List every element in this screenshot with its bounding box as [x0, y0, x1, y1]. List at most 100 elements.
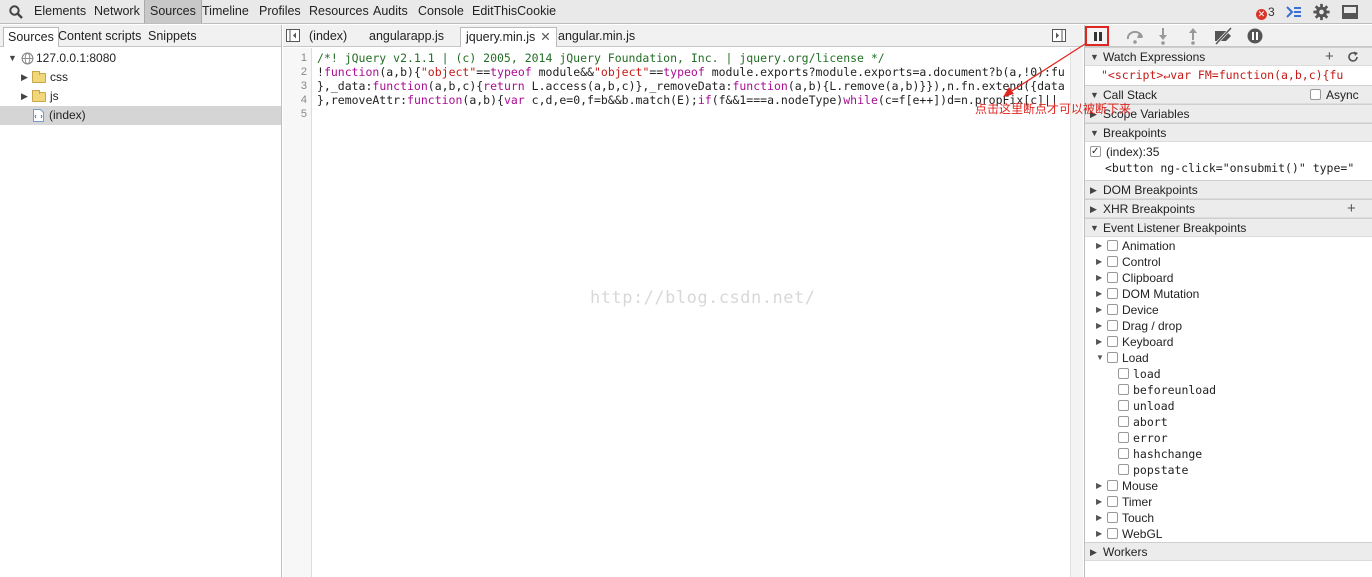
add-icon[interactable]: + — [1347, 200, 1356, 218]
dom-breakpoints-header[interactable]: ▶ DOM Breakpoints — [1085, 180, 1372, 199]
toggle-navigator-icon[interactable] — [286, 29, 300, 42]
event-item[interactable]: hashchange — [1085, 446, 1365, 462]
expand-triangle-icon[interactable]: ▶ — [1096, 270, 1102, 286]
expand-triangle-icon[interactable]: ▶ — [1096, 318, 1102, 334]
close-icon[interactable]: ✕ — [540, 30, 550, 44]
event-category-checkbox[interactable] — [1107, 304, 1118, 315]
expand-triangle-icon[interactable]: ▶ — [1096, 238, 1102, 254]
expand-triangle-icon[interactable]: ▶ — [21, 87, 28, 106]
refresh-icon[interactable] — [1347, 51, 1359, 63]
event-category-item[interactable]: ▶ Animation — [1085, 238, 1365, 254]
dock-icon[interactable] — [1341, 3, 1359, 21]
code-line[interactable]: /*! jQuery v2.1.1 | (c) 2005, 2014 jQuer… — [317, 51, 1069, 65]
event-item[interactable]: load — [1085, 366, 1365, 382]
event-category-item[interactable]: ▶ Drag / drop — [1085, 318, 1365, 334]
tree-item-file[interactable]: (index) — [0, 106, 281, 125]
editor-tab-jquery[interactable]: jquery.min.js ✕ — [460, 27, 557, 47]
event-listener-breakpoints-header[interactable]: ▼ Event Listener Breakpoints — [1085, 218, 1372, 237]
collapse-triangle-icon[interactable]: ▼ — [8, 49, 17, 68]
tab-console[interactable]: Console — [413, 0, 469, 23]
nav-tab-sources[interactable]: Sources — [3, 27, 59, 47]
event-item[interactable]: unload — [1085, 398, 1365, 414]
tree-item-host[interactable]: ▼ 127.0.0.1:8080 — [0, 49, 281, 68]
event-category-item[interactable]: ▼ Load — [1085, 350, 1365, 366]
editor-tab-angularapp[interactable]: angularapp.js — [364, 27, 449, 47]
expand-triangle-icon[interactable]: ▶ — [1096, 254, 1102, 270]
collapse-triangle-icon[interactable]: ▼ — [1096, 350, 1104, 366]
code-line[interactable]: },_data:function(a,b,c){return L.access(… — [317, 79, 1069, 93]
step-out-icon[interactable] — [1181, 26, 1205, 46]
vertical-scrollbar[interactable] — [1070, 48, 1083, 577]
tab-resources[interactable]: Resources — [304, 0, 374, 23]
event-item[interactable]: abort — [1085, 414, 1365, 430]
tab-audits[interactable]: Audits — [368, 0, 413, 23]
tab-profiles[interactable]: Profiles — [254, 0, 306, 23]
expand-triangle-icon[interactable]: ▶ — [1096, 478, 1102, 494]
async-checkbox[interactable] — [1310, 89, 1321, 100]
event-category-item[interactable]: ▶ Keyboard — [1085, 334, 1365, 350]
event-category-checkbox[interactable] — [1107, 320, 1118, 331]
code-line[interactable]: },removeAttr:function(a,b){var c,d,e=0,f… — [317, 93, 1069, 107]
event-category-item[interactable]: ▶ Device — [1085, 302, 1365, 318]
tab-editthiscookie[interactable]: EditThisCookie — [467, 0, 561, 23]
event-category-checkbox[interactable] — [1107, 288, 1118, 299]
event-category-checkbox[interactable] — [1107, 496, 1118, 507]
xhr-breakpoints-header[interactable]: ▶ XHR Breakpoints + — [1085, 199, 1372, 218]
event-category-item[interactable]: ▶ Touch — [1085, 510, 1365, 526]
event-checkbox[interactable] — [1118, 416, 1129, 427]
line-number[interactable]: 3 — [301, 79, 307, 93]
tab-timeline[interactable]: Timeline — [197, 0, 254, 23]
add-icon[interactable]: + — [1325, 48, 1334, 66]
expand-triangle-icon[interactable]: ▶ — [1096, 494, 1102, 510]
event-category-item[interactable]: ▶ Control — [1085, 254, 1365, 270]
tree-item-folder[interactable]: ▶ css — [0, 68, 281, 87]
expand-triangle-icon[interactable]: ▶ — [1096, 510, 1102, 526]
event-category-item[interactable]: ▶ Timer — [1085, 494, 1365, 510]
line-number[interactable]: 2 — [301, 65, 307, 79]
event-category-item[interactable]: ▶ Mouse — [1085, 478, 1365, 494]
tab-elements[interactable]: Elements — [29, 0, 91, 23]
nav-tab-snippets[interactable]: Snippets — [144, 27, 201, 47]
event-category-item[interactable]: ▶ Clipboard — [1085, 270, 1365, 286]
event-category-checkbox[interactable] — [1107, 272, 1118, 283]
event-item[interactable]: beforeunload — [1085, 382, 1365, 398]
event-item[interactable]: error — [1085, 430, 1365, 446]
line-number[interactable]: 1 — [301, 51, 307, 65]
step-over-icon[interactable] — [1123, 26, 1147, 46]
expand-triangle-icon[interactable]: ▶ — [1096, 286, 1102, 302]
breakpoint-code[interactable]: <button ng-click="onsubmit()" type=" — [1105, 160, 1363, 176]
watch-expression-value[interactable]: "<script>↵var FM=function(a,b,c){fu — [1101, 67, 1363, 83]
breakpoint-checkbox[interactable] — [1090, 144, 1101, 160]
expand-triangle-icon[interactable]: ▶ — [21, 68, 28, 87]
tab-sources[interactable]: Sources — [144, 0, 202, 23]
step-into-icon[interactable] — [1151, 26, 1175, 46]
line-number[interactable]: 4 — [301, 93, 307, 107]
expand-triangle-icon[interactable]: ▶ — [1096, 302, 1102, 318]
event-checkbox[interactable] — [1118, 448, 1129, 459]
event-category-checkbox[interactable] — [1107, 256, 1118, 267]
expand-triangle-icon[interactable]: ▶ — [1096, 526, 1102, 542]
expand-triangle-icon[interactable]: ▶ — [1096, 334, 1102, 350]
console-drawer-icon[interactable] — [1285, 3, 1303, 21]
event-category-checkbox[interactable] — [1107, 240, 1118, 251]
event-item[interactable]: popstate — [1085, 462, 1365, 478]
breakpoint-item[interactable]: (index):35 — [1089, 144, 1359, 160]
watch-expressions-header[interactable]: ▼ Watch Expressions + — [1085, 47, 1372, 66]
tab-network[interactable]: Network — [89, 0, 145, 23]
code-line[interactable]: !function(a,b){"object"==typeof module&&… — [317, 65, 1069, 79]
event-checkbox[interactable] — [1118, 432, 1129, 443]
event-category-checkbox[interactable] — [1107, 528, 1118, 539]
error-counter[interactable]: ✕ 3 — [1256, 4, 1275, 20]
event-category-checkbox[interactable] — [1107, 352, 1118, 363]
search-icon[interactable] — [8, 4, 24, 20]
pause-on-exceptions-icon[interactable] — [1243, 26, 1267, 46]
event-checkbox[interactable] — [1118, 384, 1129, 395]
event-category-checkbox[interactable] — [1107, 336, 1118, 347]
event-category-checkbox[interactable] — [1107, 480, 1118, 491]
deactivate-breakpoints-icon[interactable] — [1211, 26, 1235, 46]
breakpoints-header[interactable]: ▼ Breakpoints — [1085, 123, 1372, 142]
event-category-item[interactable]: ▶ DOM Mutation — [1085, 286, 1365, 302]
event-category-checkbox[interactable] — [1107, 512, 1118, 523]
code-line[interactable] — [317, 107, 1069, 121]
event-checkbox[interactable] — [1118, 464, 1129, 475]
